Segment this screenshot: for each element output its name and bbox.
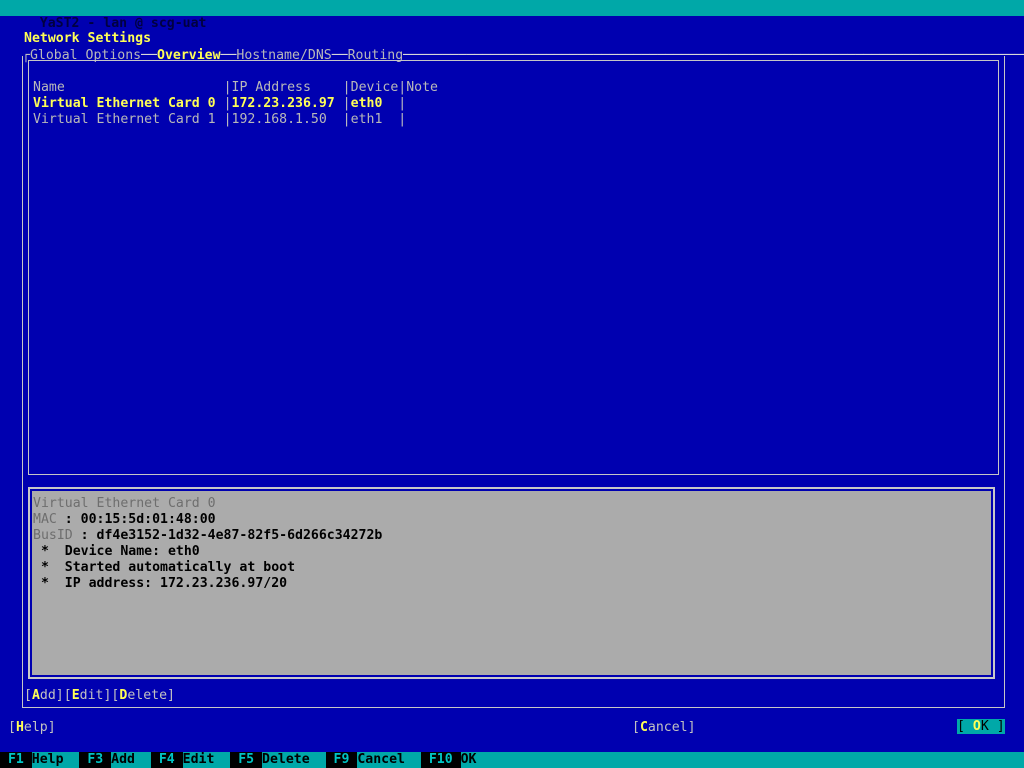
interfaces-table[interactable]: Name |IP Address |Device|Note Virtual Et…: [33, 80, 454, 128]
table-header-row: Name |IP Address |Device|Note: [33, 80, 454, 96]
outer-frame-right-border: [1004, 56, 1005, 708]
detail-bullet: * Device Name: eth0: [33, 544, 382, 560]
table-column-divider: |: [342, 80, 351, 95]
table-cell: [406, 112, 454, 127]
fkey-label-edit[interactable]: Edit: [182, 752, 231, 768]
table-column-divider: |: [223, 96, 232, 111]
cancel-button[interactable]: [Cancel]: [632, 720, 696, 735]
fkey-f4[interactable]: F4: [150, 752, 183, 768]
table-cell: 192.168.1.50: [231, 112, 343, 127]
detail-field-value: : 00:15:5d:01:48:00: [56, 512, 216, 527]
window-title-bar: YaST2 - lan @ scg-uat: [0, 0, 1024, 31]
detail-bullet: * Started automatically at boot: [33, 560, 382, 576]
add-button[interactable]: [Add]: [24, 688, 64, 703]
detail-field-label: BusID: [33, 528, 73, 543]
table-cell: eth0: [350, 96, 399, 111]
edit-button[interactable]: [Edit]: [64, 688, 112, 703]
page-title: Network Settings: [24, 31, 152, 46]
table-cell: Virtual Ethernet Card 1: [33, 112, 224, 127]
table-column-divider: |: [223, 112, 232, 127]
bullet-icon: *: [33, 576, 65, 591]
fkey-label-delete[interactable]: Delete: [262, 752, 326, 768]
detail-field-label: MAC: [33, 512, 57, 527]
fkey-f1[interactable]: F1: [0, 752, 32, 768]
table-action-buttons: [Add][Edit][Delete]: [24, 688, 175, 704]
bullet-icon: *: [33, 560, 65, 575]
table-column-divider: |: [342, 96, 351, 111]
table-column-divider: |: [342, 112, 351, 127]
interface-detail-text: Virtual Ethernet Card 0 MAC : 00:15:5d:01…: [33, 496, 382, 592]
table-cell: [406, 96, 454, 111]
detail-bullet-text: Started automatically at boot: [64, 560, 296, 575]
window-title: YaST2 - lan @ scg-uat: [39, 16, 207, 31]
outer-frame-left-border: [22, 56, 23, 708]
ok-button[interactable]: [ OK ]: [957, 719, 1005, 734]
help-button-row: [Help]: [8, 720, 56, 736]
outer-frame-bottom-border: [22, 707, 1005, 708]
detail-bullet: * IP address: 172.23.236.97/20: [33, 576, 382, 592]
table-row[interactable]: Virtual Ethernet Card 1 |192.168.1.50 |e…: [33, 112, 454, 128]
table-header-name: Name: [33, 80, 224, 95]
table-row[interactable]: Virtual Ethernet Card 0 |172.23.236.97 |…: [33, 96, 454, 112]
detail-field: MAC : 00:15:5d:01:48:00: [33, 512, 382, 528]
table-cell: eth1: [350, 112, 399, 127]
detail-title: Virtual Ethernet Card 0: [33, 496, 216, 511]
table-header-ip-address: IP Address: [231, 80, 343, 95]
fkey-label-add[interactable]: Add: [111, 752, 151, 768]
detail-bullet-text: Device Name: eth0: [64, 544, 200, 559]
fkey-label-ok[interactable]: OK: [460, 752, 493, 768]
fkey-label-cancel[interactable]: Cancel: [357, 752, 421, 768]
bullet-icon: *: [33, 544, 65, 559]
table-column-divider: |: [223, 80, 232, 95]
function-key-bar: F1 Help F3 Add F4 Edit F5 Delete F9 Canc…: [0, 752, 1024, 768]
fkey-label-help[interactable]: Help: [31, 752, 80, 768]
detail-field: BusID : df4e3152-1d32-4e87-82f5-6d266c34…: [33, 528, 382, 544]
fkey-f10[interactable]: F10: [420, 752, 461, 768]
detail-field-value: : df4e3152-1d32-4e87-82f5-6d266c34272b: [72, 528, 383, 543]
fkey-f9[interactable]: F9: [325, 752, 358, 768]
detail-bullet-text: IP address: 172.23.236.97/20: [64, 576, 288, 591]
table-cell: 172.23.236.97: [231, 96, 343, 111]
help-button[interactable]: [Help]: [8, 720, 56, 735]
table-header-note: Note: [406, 80, 454, 95]
table-header-device: Device: [350, 80, 399, 95]
ok-button-row: [ OK ]: [957, 719, 1005, 735]
fkey-f5[interactable]: F5: [230, 752, 263, 768]
cancel-button-row: [Cancel]: [632, 720, 696, 736]
table-cell: Virtual Ethernet Card 0: [33, 96, 224, 111]
delete-button[interactable]: [Delete]: [111, 688, 175, 703]
terminal-screen: YaST2 - lan @ scg-uat Network Settings ┌…: [0, 0, 1024, 768]
fkey-f3[interactable]: F3: [79, 752, 112, 768]
